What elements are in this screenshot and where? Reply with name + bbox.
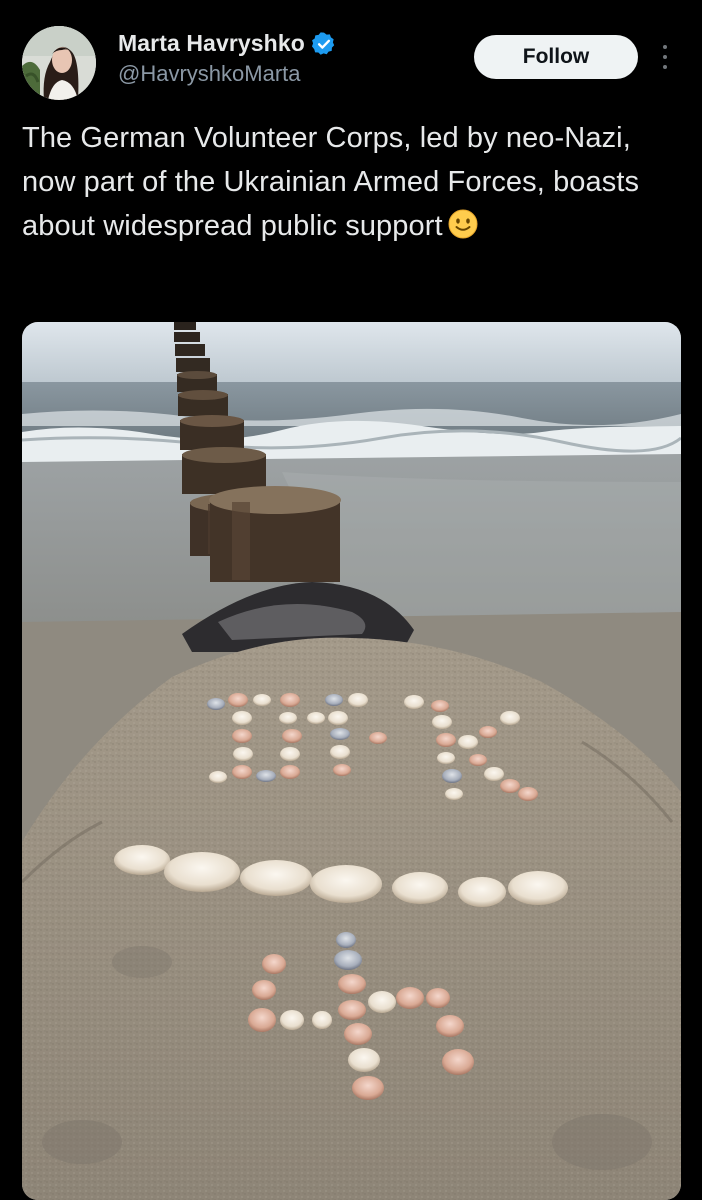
post-media-photo[interactable] [22, 322, 681, 1200]
avatar-photo [22, 26, 96, 100]
author-info: Marta Havryshko @HavryshkoMarta [118, 30, 337, 87]
post-text-body: The German Volunteer Corps, led by neo-N… [22, 122, 640, 242]
more-vertical-icon[interactable] [655, 42, 675, 72]
display-name-row: Marta Havryshko [118, 30, 337, 57]
verified-badge-icon [311, 31, 337, 57]
author-display-name[interactable]: Marta Havryshko [118, 30, 305, 57]
follow-button[interactable]: Follow [474, 35, 638, 79]
author-handle[interactable]: @HavryshkoMarta [118, 61, 337, 87]
author-avatar[interactable] [22, 26, 96, 100]
post-header: Marta Havryshko @HavryshkoMarta Follow [22, 26, 682, 104]
shells-on-sand-photo [22, 322, 681, 1200]
slightly-smiling-face-icon [447, 208, 479, 240]
post-text: The German Volunteer Corps, led by neo-N… [22, 116, 682, 248]
